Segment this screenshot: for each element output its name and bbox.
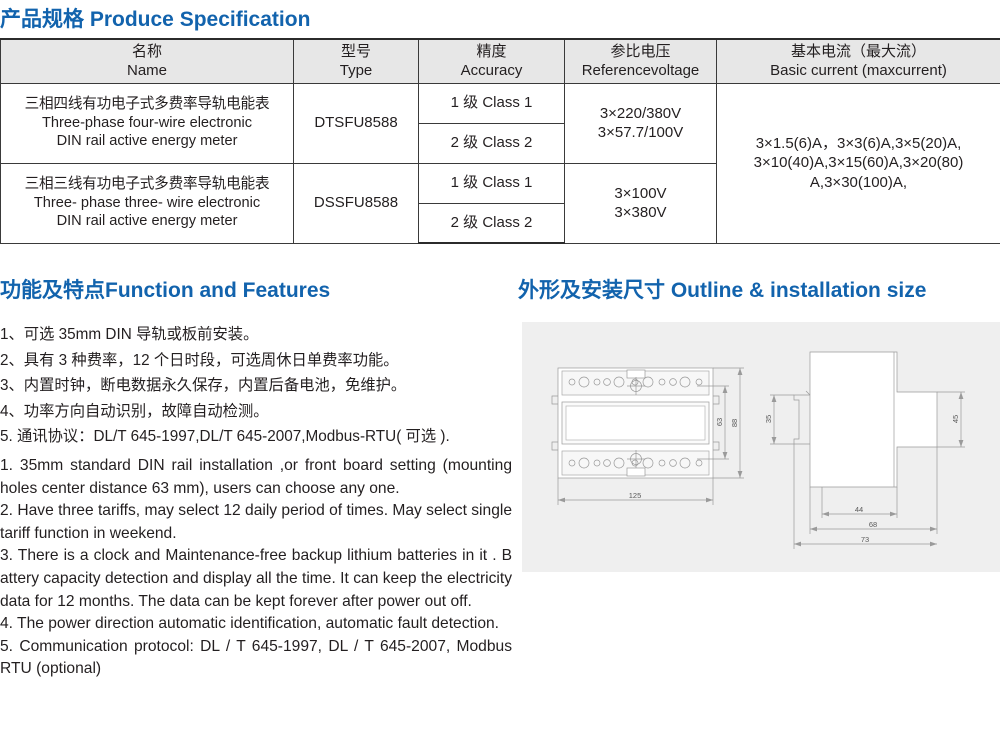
outline-size-heading: 外形及安装尺寸 Outline & installation size xyxy=(518,274,926,304)
features-list-en: 1. 35mm standard DIN rail installation ,… xyxy=(0,455,512,681)
cell-voltage-row2: 3×100V 3×380V xyxy=(564,162,717,244)
voltage-line1: 3×220/380V xyxy=(599,104,682,122)
cell-type-dssfu8588: DSSFU8588 xyxy=(293,162,419,244)
col-header-accuracy-en: Accuracy xyxy=(460,62,523,80)
dim-label-front-inner-height: 63 xyxy=(715,418,724,426)
function-heading-cn: 功能及特点 xyxy=(0,279,105,302)
product-name-en-line2: DIN rail active energy meter xyxy=(56,213,238,230)
feature-cn-item: 4、功率方向自动识别，故障自动检测。 xyxy=(0,402,269,420)
cell-accuracy-class1-row2: 1 级 Class 1 xyxy=(418,162,565,204)
col-header-accuracy: 精度 Accuracy xyxy=(418,38,565,84)
page-title-cn: 产品规格 xyxy=(0,8,84,31)
dim-label-side-body-height: 45 xyxy=(951,415,960,423)
outline-drawing-panel: 125 63 88 35 45 44 68 73 xyxy=(522,322,1000,572)
voltage-line2: 3×57.7/100V xyxy=(597,124,684,141)
col-header-voltage: 参比电压 Referencevoltage xyxy=(564,38,717,84)
col-header-name-en: Name xyxy=(126,62,167,80)
product-spec-page: 产品规格 Produce Specification 名称 Name 型号 Ty… xyxy=(0,0,1000,730)
feature-en-item: 4. The power direction automatic identif… xyxy=(0,615,499,633)
cell-accuracy-class2-row2: 2 级 Class 2 xyxy=(418,202,565,244)
voltage-line1: 3×100V xyxy=(614,184,667,202)
dim-label-side-depth-c: 73 xyxy=(861,535,869,544)
outline-heading-en: Outline & installation size xyxy=(670,279,927,302)
outline-heading-cn: 外形及安装尺寸 xyxy=(518,279,665,302)
product-name-cn: 三相三线有功电子式多费率导轨电能表 xyxy=(24,175,270,192)
feature-en-item: 1. 35mm standard DIN rail installation ,… xyxy=(0,457,512,497)
col-header-voltage-en: Referencevoltage xyxy=(581,62,700,80)
col-header-name: 名称 Name xyxy=(0,38,294,84)
col-header-type-en: Type xyxy=(339,62,373,80)
product-name-en-line2: DIN rail active energy meter xyxy=(56,133,238,150)
current-line2: 3×10(40)A,3×15(60)A,3×20(80) xyxy=(753,154,964,172)
cell-voltage-row1: 3×220/380V 3×57.7/100V xyxy=(564,82,717,164)
col-header-accuracy-cn: 精度 xyxy=(476,43,507,61)
current-line1: 3×1.5(6)A，3×3(6)A,3×5(20)A, xyxy=(755,135,962,153)
page-title-en: Produce Specification xyxy=(89,8,311,31)
dim-label-side-depth-a: 44 xyxy=(855,505,863,514)
front-view-drawing xyxy=(551,367,744,505)
feature-en-item: 2. Have three tariffs, may select 12 dai… xyxy=(0,502,512,542)
feature-en-item: 5. Communication protocol: DL / T 645-19… xyxy=(0,637,512,678)
cell-accuracy-class1-row1: 1 级 Class 1 xyxy=(418,82,565,124)
cell-name-dssfu8588: 三相三线有功电子式多费率导轨电能表 Three- phase three- wi… xyxy=(0,162,294,244)
col-header-type-cn: 型号 xyxy=(340,43,371,61)
page-title: 产品规格 Produce Specification xyxy=(0,3,310,33)
feature-cn-item: 2、具有 3 种费率，12 个日时段，可选周休日单费率功能。 xyxy=(0,351,399,369)
feature-cn-item: 5. 通讯协议：DL/T 645-1997,DL/T 645-2007,Modb… xyxy=(0,428,450,446)
cell-basic-current: 3×1.5(6)A，3×3(6)A,3×5(20)A, 3×10(40)A,3×… xyxy=(716,82,1000,244)
dim-label-side-rail-height: 35 xyxy=(764,415,773,423)
product-name-en-line1: Three-phase four-wire electronic xyxy=(41,114,253,131)
feature-en-item: 3. There is a clock and Maintenance-free… xyxy=(0,547,512,610)
feature-cn-item: 3、内置时钟，断电数据永久保存，内置后备电池，免维护。 xyxy=(0,377,407,395)
dim-label-front-width: 125 xyxy=(629,491,642,500)
product-name-cn: 三相四线有功电子式多费率导轨电能表 xyxy=(24,95,270,112)
col-header-name-cn: 名称 xyxy=(131,43,162,61)
cell-type-dtsfu8588: DTSFU8588 xyxy=(293,82,419,164)
col-header-type: 型号 Type xyxy=(293,38,419,84)
col-header-current-en: Basic current (maxcurrent) xyxy=(770,62,947,80)
outline-drawing-svg: 125 63 88 35 45 44 68 73 xyxy=(551,351,965,549)
table-header-row: 名称 Name 型号 Type 精度 Accuracy 参比电压 Referen… xyxy=(0,38,1000,84)
specification-table: 名称 Name 型号 Type 精度 Accuracy 参比电压 Referen… xyxy=(0,38,1000,244)
feature-cn-item: 1、可选 35mm DIN 导轨或板前安装。 xyxy=(0,326,259,343)
col-header-current-cn: 基本电流（最大流） xyxy=(790,43,926,61)
function-features-heading: 功能及特点Function and Features xyxy=(0,274,330,304)
cell-accuracy-class2-row1: 2 级 Class 2 xyxy=(418,122,565,164)
features-list-cn: 1、可选 35mm DIN 导轨或板前安装。 2、具有 3 种费率，12 个日时… xyxy=(0,322,512,450)
dim-label-side-depth-b: 68 xyxy=(869,520,877,529)
cell-name-dtsfu8588: 三相四线有功电子式多费率导轨电能表 Three-phase four-wire … xyxy=(0,82,294,164)
col-header-voltage-cn: 参比电压 xyxy=(610,43,671,61)
dim-label-front-outer-height: 88 xyxy=(730,419,739,427)
col-header-current: 基本电流（最大流） Basic current (maxcurrent) xyxy=(716,38,1000,84)
side-view-drawing xyxy=(770,351,965,549)
table-row: 三相四线有功电子式多费率导轨电能表 Three-phase four-wire … xyxy=(0,82,1000,244)
product-name-en-line1: Three- phase three- wire electronic xyxy=(33,194,261,211)
voltage-line2: 3×380V xyxy=(614,204,667,221)
function-heading-en: Function and Features xyxy=(105,279,331,302)
current-line3: A,3×30(100)A, xyxy=(809,173,908,191)
